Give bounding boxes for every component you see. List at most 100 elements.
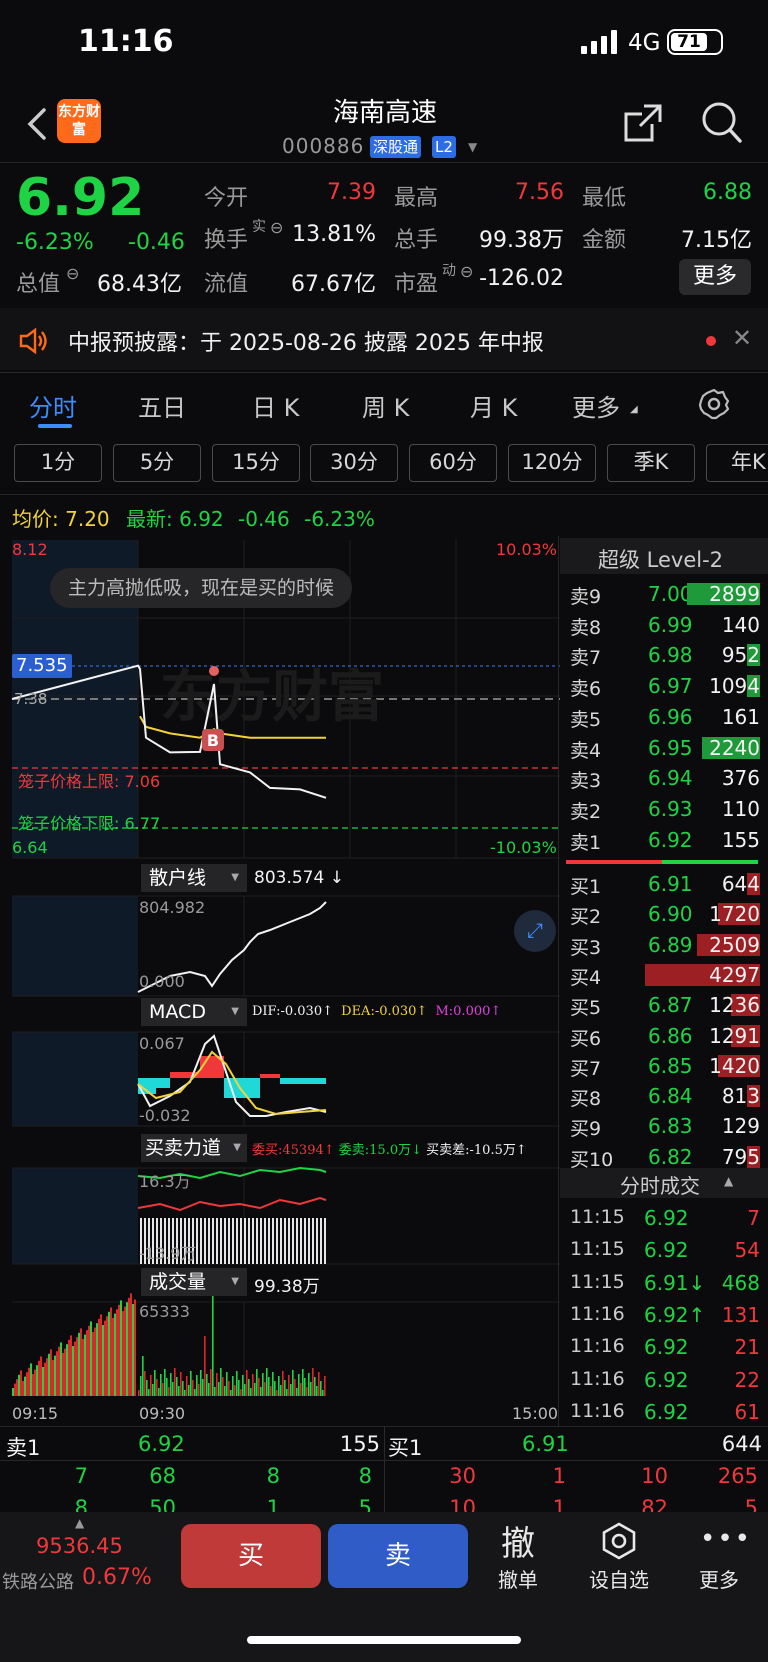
buy-button[interactable]: 买 — [181, 1524, 321, 1588]
ask-row[interactable]: 卖9 7.00 2899 — [560, 578, 768, 608]
stock-name: 海南高速 — [332, 98, 437, 128]
bid-row[interactable]: 买46.884297 — [560, 959, 768, 989]
trade-price: 6.92 — [644, 1238, 689, 1263]
trade-price: 6.92 — [644, 1335, 689, 1360]
period-5min-button[interactable]: 5分 — [113, 444, 201, 482]
ask-volume: 2899 — [709, 582, 760, 606]
tab-monthly-k[interactable]: 月 K — [470, 388, 517, 423]
trade-volume: 21 — [734, 1335, 760, 1360]
cancel-order-label[interactable]: 撤单 — [488, 1564, 548, 1593]
volume-bar — [38, 1360, 40, 1396]
tab-more[interactable]: 更多 — [572, 388, 620, 423]
more-label[interactable]: 更多 — [694, 1564, 744, 1593]
ask-price: 6.99 — [648, 612, 693, 637]
info-icon[interactable]: ⊖ — [460, 262, 473, 281]
bid-row[interactable]: 买9 6.83 129 — [560, 1110, 768, 1140]
chevron-up-icon[interactable]: ▲ — [75, 1516, 84, 1530]
watchlist-icon[interactable] — [600, 1522, 638, 1560]
volume-bar — [140, 1376, 142, 1396]
macd-dropdown[interactable]: MACD ▼ — [141, 998, 247, 1026]
period-year-button[interactable]: 年K — [706, 444, 768, 482]
bid-row[interactable]: 买1 6.91 644 — [560, 868, 768, 898]
ask-volume: 161 — [721, 704, 760, 729]
ask-row[interactable]: 卖8 6.99 140 — [560, 609, 768, 639]
bid-row[interactable]: 买3 6.89 2509 — [560, 929, 768, 959]
ask-row[interactable]: 卖4 6.95 2240 — [560, 732, 768, 762]
battery-icon: 71 — [667, 29, 723, 55]
volume-bar — [12, 1388, 14, 1396]
volume-bar — [34, 1369, 36, 1396]
search-icon[interactable] — [700, 100, 742, 144]
tab-daily-k[interactable]: 日 K — [252, 388, 299, 423]
trade-time: 11:15 — [570, 1206, 625, 1228]
bid-volume: 1420 — [709, 1053, 760, 1078]
add-watchlist-label[interactable]: 设自选 — [584, 1564, 654, 1593]
volume-bar — [150, 1375, 152, 1396]
tab-5day[interactable]: 五日 — [138, 388, 186, 423]
bid-row[interactable]: 买2 6.90 1720 — [560, 898, 768, 928]
battery-level: 71 — [671, 33, 707, 51]
period-120min-button[interactable]: 120分 — [508, 444, 596, 482]
more-dots-icon[interactable]: ••• — [700, 1524, 750, 1554]
volume-bar — [28, 1367, 30, 1396]
notice-text[interactable]: 中报预披露：于 2025-08-26 披露 2025 年中报 — [68, 325, 544, 357]
info-icon[interactable]: ⊖ — [270, 218, 283, 237]
period-30min-button[interactable]: 30分 — [310, 444, 398, 482]
ask-row[interactable]: 卖6 6.97 1094 — [560, 670, 768, 700]
sector-index-value[interactable]: 9536.45 — [36, 1534, 123, 1558]
back-arrow-icon[interactable] — [24, 104, 54, 144]
ask-volume: 376 — [721, 766, 760, 791]
float-value: 67.67亿 — [291, 272, 376, 297]
volume-bar — [162, 1383, 164, 1396]
bid-row[interactable]: 买6 6.86 1291 — [560, 1020, 768, 1050]
ai-tip-bubble[interactable]: 主力高抛低吸，现在是买的时候 — [50, 568, 353, 608]
cancel-icon[interactable]: 撤 — [494, 1516, 542, 1565]
ask-row[interactable]: 卖7 6.98 952 — [560, 639, 768, 669]
sector-name[interactable]: 铁路公路 — [2, 1568, 74, 1594]
volume-bar — [134, 1299, 136, 1396]
trade-time: 11:15 — [570, 1270, 625, 1293]
share-icon[interactable] — [622, 102, 664, 144]
period-quarter-button[interactable]: 季K — [607, 444, 695, 482]
chevron-down-icon[interactable]: ▼ — [468, 140, 477, 154]
bid-row[interactable]: 买7 6.85 1420 — [560, 1050, 768, 1080]
tab-weekly-k[interactable]: 周 K — [362, 388, 409, 423]
ask-row[interactable]: 卖1 6.92 155 — [560, 824, 768, 854]
volume-dropdown[interactable]: 成交量 ▼ — [141, 1268, 247, 1296]
intraday-chart[interactable]: 东方财富 B — [0, 536, 562, 1396]
bid-row[interactable]: 买10 6.82 795 — [560, 1141, 768, 1171]
volume-bar — [198, 1384, 200, 1396]
info-icon[interactable]: ⊖ — [66, 264, 79, 283]
period-15min-button[interactable]: 15分 — [212, 444, 300, 482]
period-60min-button[interactable]: 60分 — [409, 444, 497, 482]
tab-intraday[interactable]: 分时 — [29, 388, 77, 423]
low-value: 6.88 — [703, 180, 752, 205]
bid-price: 6.87 — [648, 993, 693, 1018]
volume-bar — [306, 1387, 308, 1396]
force-dropdown[interactable]: 买卖力道 ▼ — [141, 1134, 247, 1162]
bid-volume: 813 — [721, 1084, 760, 1109]
expand-icon[interactable]: ⤢ — [514, 910, 556, 952]
volume-bar — [154, 1370, 156, 1396]
chevron-up-icon[interactable]: ▲ — [724, 1174, 733, 1188]
app-logo: 东方财富 — [57, 99, 101, 143]
ask-row[interactable]: 卖2 6.93 110 — [560, 793, 768, 823]
volume-bar — [30, 1363, 32, 1396]
more-button[interactable]: 更多 — [679, 259, 751, 295]
ratio-bar-red — [566, 860, 662, 864]
bid-level-label: 买3 — [570, 936, 602, 959]
sell1-price: 6.92 — [138, 1432, 185, 1456]
close-icon[interactable]: ✕ — [732, 324, 752, 352]
gear-icon[interactable] — [698, 388, 730, 420]
volume-bar — [132, 1304, 134, 1396]
y-bottom-label: 6.64 — [12, 838, 48, 857]
retail-top: 804.982 — [139, 898, 206, 917]
ask-row[interactable]: 卖3 6.94 376 — [560, 762, 768, 792]
ask-row[interactable]: 卖5 6.96 161 — [560, 701, 768, 731]
bid-row[interactable]: 买8 6.84 813 — [560, 1080, 768, 1110]
ask-level-label: 卖5 — [570, 708, 602, 731]
bid-row[interactable]: 买5 6.87 1236 — [560, 989, 768, 1019]
period-1min-button[interactable]: 1分 — [14, 444, 102, 482]
sell-button[interactable]: 卖 — [328, 1524, 468, 1588]
retail-dropdown[interactable]: 散户线 ▼ — [141, 864, 247, 892]
